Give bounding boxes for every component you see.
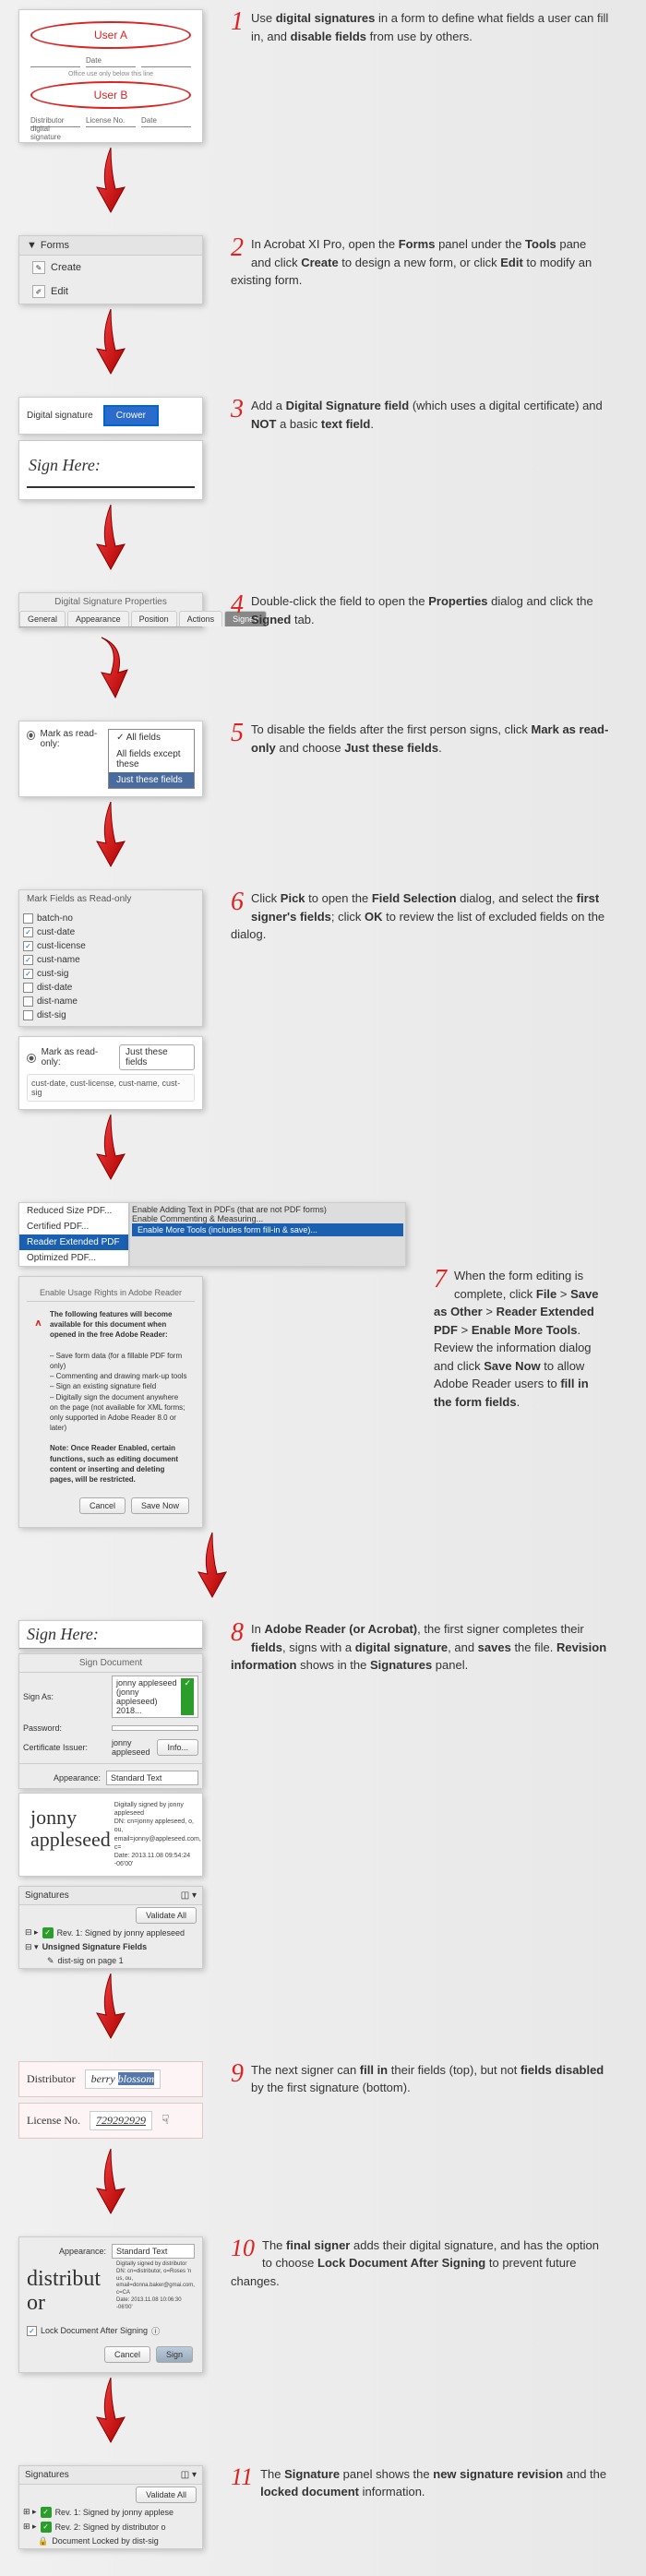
usage-rights-dialog: Enable Usage Rights in Adobe Reader The … bbox=[18, 1276, 203, 1528]
red-arrow-icon bbox=[83, 500, 138, 574]
step-number-8: 8 bbox=[231, 1620, 244, 1646]
field-checkbox-cust-license[interactable]: cust-license bbox=[23, 939, 198, 953]
step-11-text: The Signature panel shows the new signat… bbox=[231, 2465, 609, 2501]
sig-valid-icon: ✓ bbox=[42, 1927, 54, 1938]
enable-more-tools-menu[interactable]: Enable More Tools (includes form fill-in… bbox=[132, 1223, 403, 1236]
digital-signature-field-shot: Digital signature Crower bbox=[18, 397, 203, 435]
user-b-oval: User B bbox=[30, 81, 191, 109]
readonly-dropdown[interactable]: ✓ All fields All fields except these Jus… bbox=[108, 729, 195, 789]
step-10-text: The final signer adds their digital sign… bbox=[231, 2236, 609, 2291]
field-checkbox-batch-no[interactable]: batch-no bbox=[23, 912, 198, 925]
tab-position[interactable]: Position bbox=[131, 611, 177, 626]
sign-as-select[interactable]: jonny appleseed (jonny appleseed) 2018..… bbox=[112, 1676, 198, 1718]
sig-valid-icon: ✓ bbox=[41, 2507, 52, 2518]
step-3-text: Add a Digital Signature field (which use… bbox=[231, 397, 609, 433]
red-arrow-icon bbox=[83, 143, 138, 217]
sign-here-field: Sign Here: bbox=[18, 1620, 203, 1650]
license-field: 729292929 bbox=[90, 2111, 152, 2130]
lock-document-checkbox[interactable] bbox=[27, 2326, 37, 2336]
user-a-oval: User A bbox=[30, 21, 191, 49]
step-number-5: 5 bbox=[231, 721, 244, 746]
field-checkbox-cust-sig[interactable]: cust-sig bbox=[23, 967, 198, 981]
sign-here-shot: Sign Here: bbox=[18, 440, 203, 500]
tab-general[interactable]: General bbox=[19, 611, 66, 626]
step-5-text: To disable the fields after the first pe… bbox=[231, 721, 609, 757]
step-number-6: 6 bbox=[231, 889, 244, 915]
distributor-input[interactable]: berry blossom bbox=[85, 2069, 161, 2089]
readonly-result: Mark as read-only: Just these fields cus… bbox=[18, 1036, 203, 1110]
step-2-text: In Acrobat XI Pro, open the Forms panel … bbox=[231, 235, 609, 290]
step-7-text: When the form editing is complete, click… bbox=[434, 1267, 609, 1411]
file-menu: Reduced Size PDF... Certified PDF... Rea… bbox=[18, 1202, 406, 1267]
reader-extended-menu[interactable]: Reader Extended PDF bbox=[19, 1234, 128, 1250]
cancel-button[interactable]: Cancel bbox=[79, 1497, 126, 1514]
step-number-1: 1 bbox=[231, 9, 244, 35]
field-checkbox-cust-name[interactable]: cust-name bbox=[23, 953, 198, 967]
final-sign-dialog: Appearance:Standard Text distribut or Di… bbox=[18, 2236, 203, 2373]
appearance-select[interactable]: Standard Text bbox=[112, 2244, 195, 2259]
sign-button[interactable]: Sign bbox=[156, 2346, 193, 2363]
sig-valid-icon: ✓ bbox=[41, 2522, 52, 2533]
red-arrow-icon bbox=[185, 1528, 240, 1602]
mark-readonly-radio[interactable] bbox=[27, 731, 35, 740]
red-arrow-icon bbox=[83, 2144, 138, 2218]
sign-document-dialog: Sign Document Sign As:jonny appleseed (j… bbox=[18, 1653, 203, 1789]
create-icon: ✎ bbox=[32, 261, 45, 274]
mark-readonly-shot: Mark as read-only: ✓ All fields All fiel… bbox=[18, 721, 203, 797]
step-number-10: 10 bbox=[231, 2236, 255, 2260]
forms-panel: ▼Forms ✎Create ✐Edit bbox=[18, 235, 203, 304]
radio-icon[interactable] bbox=[27, 1054, 36, 1063]
step-6-text: Click Pick to open the Field Selection d… bbox=[231, 889, 609, 944]
field-checkbox-dist-sig[interactable]: dist-sig bbox=[23, 1008, 198, 1022]
step-number-7: 7 bbox=[434, 1267, 447, 1293]
properties-dialog: Digital Signature Properties General App… bbox=[18, 592, 203, 628]
red-arrow-icon bbox=[83, 304, 138, 378]
step-1-text: Use digital signatures in a form to defi… bbox=[231, 9, 609, 45]
lock-icon: 🔒 bbox=[38, 2536, 48, 2546]
step1-screenshot: User A Date Office use only below this l… bbox=[18, 9, 203, 143]
info-icon: ⓘ bbox=[151, 2325, 160, 2337]
red-arrow-icon bbox=[83, 2373, 138, 2447]
save-now-button[interactable]: Save Now bbox=[131, 1497, 189, 1514]
edit-button[interactable]: ✐Edit bbox=[19, 280, 202, 304]
distributor-fields: Distributorberry blossom License No.7292… bbox=[18, 2061, 203, 2139]
step-number-4: 4 bbox=[231, 592, 244, 618]
field-checkbox-dist-date[interactable]: dist-date bbox=[23, 981, 198, 995]
info-button[interactable]: Info... bbox=[157, 1739, 198, 1756]
create-button[interactable]: ✎Create bbox=[19, 256, 202, 280]
step-number-9: 9 bbox=[231, 2061, 244, 2087]
cancel-button[interactable]: Cancel bbox=[104, 2346, 150, 2363]
appearance-select[interactable]: Standard Text bbox=[106, 1771, 198, 1785]
forms-panel-header[interactable]: ▼Forms bbox=[19, 236, 202, 256]
step-number-3: 3 bbox=[231, 397, 244, 423]
step-number-11: 11 bbox=[231, 2465, 253, 2489]
edit-icon: ✐ bbox=[32, 285, 45, 298]
field-selection-dialog: Mark Fields as Read-only batch-nocust-da… bbox=[18, 889, 203, 1027]
signature-preview: jonny appleseed Digitally signed by jonn… bbox=[18, 1793, 203, 1877]
red-arrow-icon bbox=[83, 1969, 138, 2043]
tab-appearance[interactable]: Appearance bbox=[67, 611, 129, 626]
signature-field[interactable]: Crower bbox=[103, 405, 159, 426]
red-arrow-icon bbox=[83, 628, 138, 702]
step-4-text: Double-click the field to open the Prope… bbox=[231, 592, 609, 628]
red-arrow-icon bbox=[83, 1110, 138, 1184]
field-checkbox-dist-name[interactable]: dist-name bbox=[23, 995, 198, 1008]
validate-all-button[interactable]: Validate All bbox=[136, 1907, 197, 1924]
step-8-text: In Adobe Reader (or Acrobat), the first … bbox=[231, 1620, 609, 1675]
password-input[interactable] bbox=[112, 1725, 198, 1731]
field-checkbox-cust-date[interactable]: cust-date bbox=[23, 925, 198, 939]
red-arrow-icon bbox=[83, 797, 138, 871]
step-9-text: The next signer can fill in their fields… bbox=[231, 2061, 609, 2097]
step-number-2: 2 bbox=[231, 235, 244, 261]
signatures-panel-final: Signatures◫ ▾ Validate All ⊞ ▸ ✓ Rev. 1:… bbox=[18, 2465, 203, 2549]
adobe-logo-icon bbox=[34, 1309, 42, 1337]
validate-button[interactable]: Validate All bbox=[136, 2487, 197, 2503]
signatures-panel: Signatures◫ ▾ Validate All ⊟ ▸ ✓ Rev. 1:… bbox=[18, 1886, 203, 1969]
cursor-hand-icon: ☟ bbox=[162, 2113, 170, 2129]
